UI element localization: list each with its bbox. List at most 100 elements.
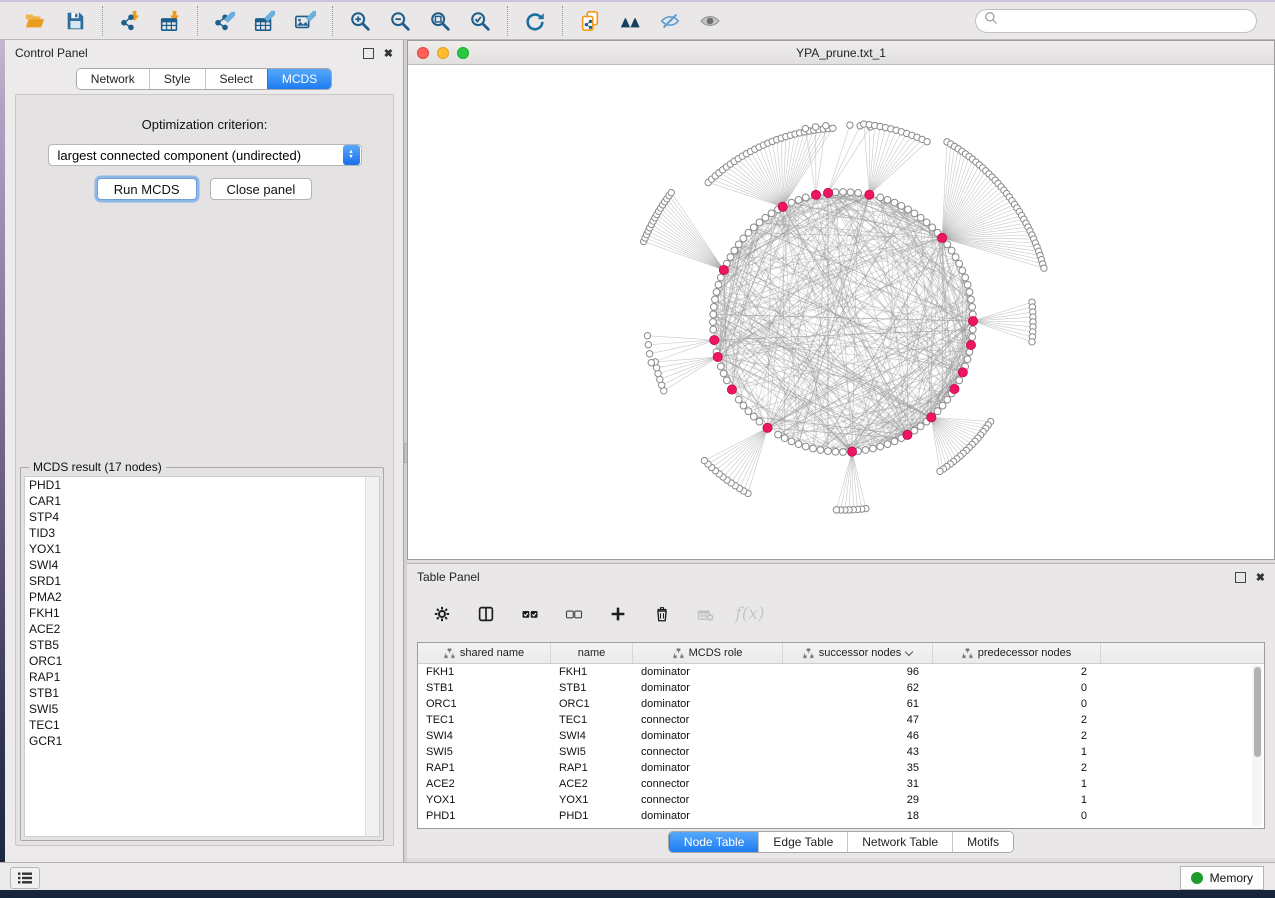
- tab-select[interactable]: Select: [205, 69, 267, 89]
- zoom-in-button[interactable]: [343, 6, 377, 36]
- column-header-predecessor-nodes[interactable]: predecessor nodes: [933, 643, 1101, 663]
- mcds-result-item[interactable]: STP4: [25, 509, 379, 525]
- mcds-result-item[interactable]: RAP1: [25, 669, 379, 685]
- table-row[interactable]: SWI5SWI5connector431: [418, 744, 1264, 760]
- tab-mcds[interactable]: MCDS: [267, 69, 331, 89]
- mcds-result-item[interactable]: YOX1: [25, 541, 379, 557]
- main-area: YPA_prune.txt_1 Table Panel ✖ f(x) share…: [407, 40, 1275, 862]
- mcds-result-item[interactable]: TEC1: [25, 717, 379, 733]
- table-mode-gear-button[interactable]: [427, 599, 457, 629]
- export-image-icon: [294, 8, 316, 34]
- float-panel-icon[interactable]: [363, 48, 374, 59]
- zoom-selected-button[interactable]: [463, 6, 497, 36]
- tab-edge-table[interactable]: Edge Table: [758, 832, 847, 852]
- mcds-list-scrollbar[interactable]: [365, 477, 379, 836]
- table-row[interactable]: STB1STB1dominator620: [418, 680, 1264, 696]
- tab-motifs[interactable]: Motifs: [952, 832, 1013, 852]
- table-row[interactable]: RAP1RAP1dominator352: [418, 760, 1264, 776]
- hide-selected-button[interactable]: [653, 6, 687, 36]
- table-row[interactable]: FKH1FKH1dominator962: [418, 664, 1264, 680]
- table-cell: 0: [933, 808, 1101, 824]
- memory-button[interactable]: Memory: [1180, 866, 1264, 890]
- mcds-result-item[interactable]: SWI4: [25, 557, 379, 573]
- mcds-result-item[interactable]: ORC1: [25, 653, 379, 669]
- deselect-all-rows-button[interactable]: [559, 599, 589, 629]
- tab-style[interactable]: Style: [149, 69, 205, 89]
- mcds-result-item[interactable]: PHD1: [25, 477, 379, 493]
- list-icon: [17, 871, 33, 885]
- create-column-button[interactable]: [603, 599, 633, 629]
- zoom-fit-button[interactable]: [423, 6, 457, 36]
- select-all-rows-button[interactable]: [515, 599, 545, 629]
- dropdown-stepper-icon: ▲▼: [343, 145, 360, 165]
- save-button[interactable]: [58, 6, 92, 36]
- import-network-button[interactable]: [113, 6, 147, 36]
- run-mcds-button[interactable]: Run MCDS: [97, 178, 197, 200]
- table-cell: 2: [933, 760, 1101, 776]
- select-all-rows-icon: [521, 602, 539, 626]
- float-table-panel-icon[interactable]: [1235, 572, 1246, 583]
- delete-columns-button[interactable]: [647, 599, 677, 629]
- network-titlebar[interactable]: YPA_prune.txt_1: [408, 41, 1274, 65]
- table-row[interactable]: PHD1PHD1dominator180: [418, 808, 1264, 824]
- close-table-panel-icon[interactable]: ✖: [1256, 571, 1265, 584]
- export-image-button[interactable]: [288, 6, 322, 36]
- show-all-button[interactable]: [693, 6, 727, 36]
- table-row[interactable]: ACE2ACE2connector311: [418, 776, 1264, 792]
- tab-node-table[interactable]: Node Table: [669, 832, 759, 852]
- table-header-row: shared namenameMCDS rolesuccessor nodesp…: [418, 643, 1264, 664]
- mcds-result-item[interactable]: PMA2: [25, 589, 379, 605]
- close-panel-button[interactable]: Close panel: [210, 178, 313, 200]
- table-cell: 46: [783, 728, 933, 744]
- task-history-button[interactable]: [10, 867, 40, 889]
- table-scrollbar-thumb[interactable]: [1254, 667, 1261, 757]
- mcds-result-item[interactable]: SWI5: [25, 701, 379, 717]
- export-table-button[interactable]: [248, 6, 282, 36]
- table-cell: dominator: [633, 664, 783, 680]
- mcds-result-item[interactable]: FKH1: [25, 605, 379, 621]
- mcds-result-item[interactable]: TID3: [25, 525, 379, 541]
- table-cell: TEC1: [551, 712, 633, 728]
- mcds-result-item[interactable]: STB5: [25, 637, 379, 653]
- memory-label: Memory: [1210, 871, 1253, 885]
- table-scrollbar[interactable]: [1252, 665, 1262, 826]
- mcds-result-item[interactable]: SRD1: [25, 573, 379, 589]
- copy-network-button[interactable]: [573, 6, 607, 36]
- table-cell: 1: [933, 792, 1101, 808]
- mcds-result-list[interactable]: PHD1CAR1STP4TID3YOX1SWI4SRD1PMA2FKH1ACE2…: [24, 476, 380, 837]
- export-network-icon: [214, 8, 236, 34]
- refresh-view-button[interactable]: [518, 6, 552, 36]
- import-table-button[interactable]: [153, 6, 187, 36]
- select-first-neighbors-button[interactable]: [613, 6, 647, 36]
- network-canvas[interactable]: [409, 65, 1273, 559]
- mcds-result-item[interactable]: CAR1: [25, 493, 379, 509]
- optimization-dropdown[interactable]: largest connected component (undirected)…: [48, 144, 362, 166]
- table-row[interactable]: SWI4SWI4dominator462: [418, 728, 1264, 744]
- search-box[interactable]: [975, 9, 1257, 33]
- network-window: YPA_prune.txt_1: [407, 40, 1275, 560]
- mcds-result-item[interactable]: ACE2: [25, 621, 379, 637]
- table-cell: 62: [783, 680, 933, 696]
- column-type-icon: [962, 648, 973, 659]
- mcds-result-item[interactable]: GCR1: [25, 733, 379, 749]
- table-row[interactable]: ORC1ORC1dominator610: [418, 696, 1264, 712]
- table-row[interactable]: YOX1YOX1connector291: [418, 792, 1264, 808]
- export-network-button[interactable]: [208, 6, 242, 36]
- table-cell: ACE2: [418, 776, 551, 792]
- column-header-successor-nodes[interactable]: successor nodes: [783, 643, 933, 663]
- import-network-icon: [119, 8, 141, 34]
- mcds-result-group: MCDS result (17 nodes) PHD1CAR1STP4TID3Y…: [20, 467, 384, 841]
- zoom-out-button[interactable]: [383, 6, 417, 36]
- column-header-name[interactable]: name: [551, 643, 633, 663]
- status-bar: Memory: [0, 862, 1275, 890]
- open-button[interactable]: [18, 6, 52, 36]
- search-input[interactable]: [1004, 13, 1248, 29]
- column-header-shared-name[interactable]: shared name: [418, 643, 551, 663]
- mcds-result-item[interactable]: STB1: [25, 685, 379, 701]
- column-header-MCDS-role[interactable]: MCDS role: [633, 643, 783, 663]
- tab-network-table[interactable]: Network Table: [847, 832, 952, 852]
- close-panel-icon[interactable]: ✖: [384, 47, 393, 60]
- show-columns-button[interactable]: [471, 599, 501, 629]
- tab-network[interactable]: Network: [77, 69, 149, 89]
- table-row[interactable]: TEC1TEC1connector472: [418, 712, 1264, 728]
